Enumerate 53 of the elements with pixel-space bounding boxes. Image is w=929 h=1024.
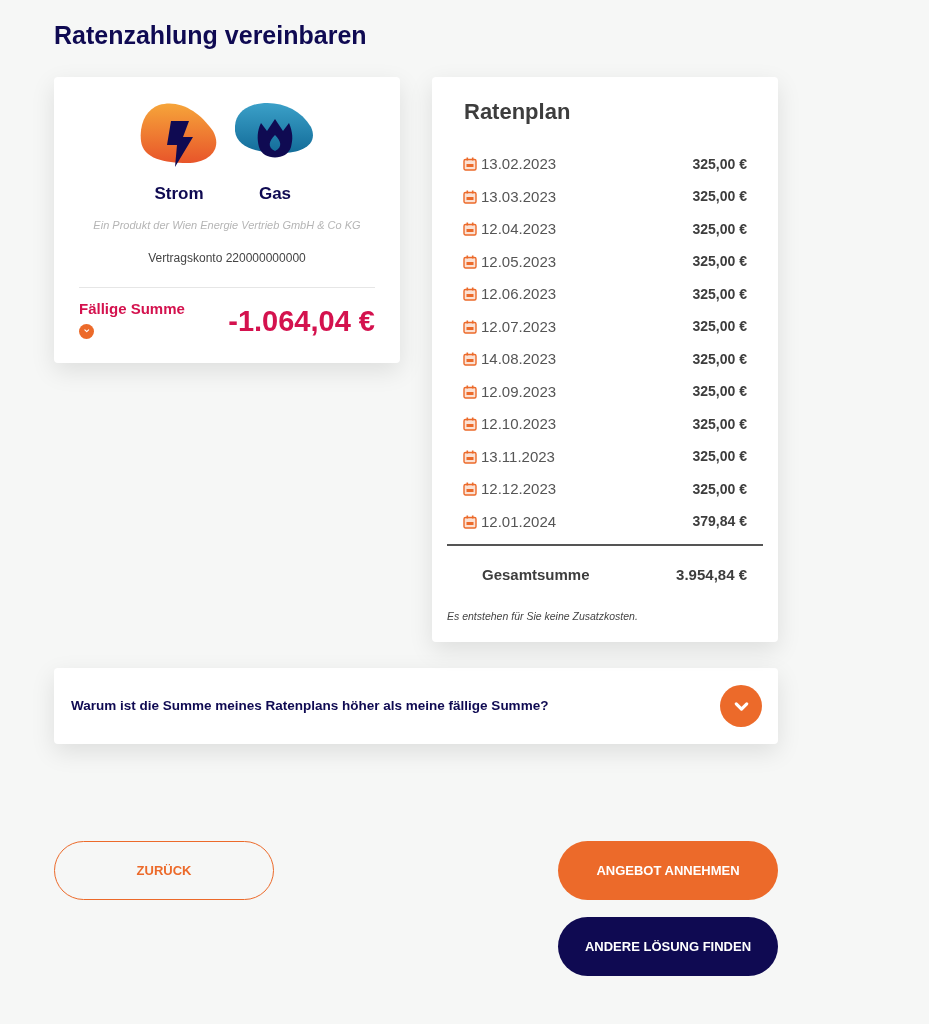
faq-question: Warum ist die Summe meines Ratenplans höher als meine fällige Summe? — [71, 697, 549, 716]
calendar-icon — [463, 157, 477, 172]
account-number: Vertragskonto 220000000000 — [147, 250, 307, 267]
due-date: 12.04.2023 — [481, 219, 557, 239]
rate-amount: 325,00 € — [692, 479, 747, 499]
calendar-icon — [463, 449, 477, 464]
calendar-icon — [463, 254, 477, 269]
due-date: 13.11.2023 — [481, 446, 555, 467]
due-date: 14.08.2023 — [481, 349, 557, 369]
rate-amount: 325,00 € — [692, 382, 747, 402]
calendar-icon — [463, 482, 477, 497]
due-date: 12.07.2023 — [481, 316, 557, 337]
total-label: Gesamtsumme — [482, 565, 590, 585]
calendar-icon — [463, 287, 477, 302]
due-amount: -1.064,04 € — [228, 304, 375, 338]
calendar-icon — [463, 222, 477, 237]
calendar-icon — [463, 319, 477, 334]
due-date: 12.01.2024 — [481, 511, 557, 532]
faq-item[interactable]: Warum ist die Summe meines Ratenplans höher als meine fällige Summe? — [54, 668, 778, 745]
due-date: 12.12.2023 — [481, 479, 557, 499]
rate-amount: 325,00 € — [692, 219, 747, 239]
product-label: Strom — [154, 183, 204, 205]
rate-amount: 325,00 € — [692, 284, 747, 304]
rate-amount: 325,00 € — [692, 187, 747, 207]
rate-amount: 325,00 € — [692, 252, 747, 272]
provider-note: Ein Produkt der Wien Energie Vertrieb GmbH & Co KG — [92, 217, 362, 233]
plan-title: Ratenplan — [464, 98, 572, 126]
calendar-icon — [463, 384, 477, 399]
other-solution-button[interactable]: ANDERE LÖSUNG FINDEN — [558, 917, 778, 977]
rate-amount: 379,84 € — [692, 512, 747, 532]
product-label: Gas — [258, 183, 292, 205]
rate-amount: 325,00 € — [692, 317, 747, 337]
due-date: 12.09.2023 — [481, 381, 557, 402]
rate-amount: 325,00 € — [692, 447, 747, 467]
chevron-icon — [82, 327, 91, 335]
rate-amount: 325,00 € — [692, 349, 747, 369]
due-date: 12.05.2023 — [481, 251, 557, 272]
calendar-icon — [463, 417, 477, 432]
page-title: Ratenzahlung vereinbaren — [54, 20, 368, 50]
calendar-icon — [463, 514, 477, 529]
rate-amount: 325,00 € — [692, 414, 747, 434]
calendar-icon — [463, 189, 477, 204]
rate-amount: 325,00 € — [692, 154, 747, 174]
due-sum-label: Fällige Summe — [79, 299, 185, 319]
due-date: 13.02.2023 — [481, 154, 557, 174]
expand-icon[interactable] — [79, 323, 94, 339]
plan-note: Es entstehen für Sie keine Zusatzkosten. — [447, 608, 639, 624]
calendar-icon — [463, 352, 477, 367]
total-amount: 3.954,84 € — [676, 565, 747, 585]
due-date: 12.10.2023 — [481, 414, 557, 434]
due-date: 13.03.2023 — [481, 186, 557, 207]
due-date: 12.06.2023 — [481, 284, 557, 304]
expand-button[interactable] — [720, 685, 762, 728]
